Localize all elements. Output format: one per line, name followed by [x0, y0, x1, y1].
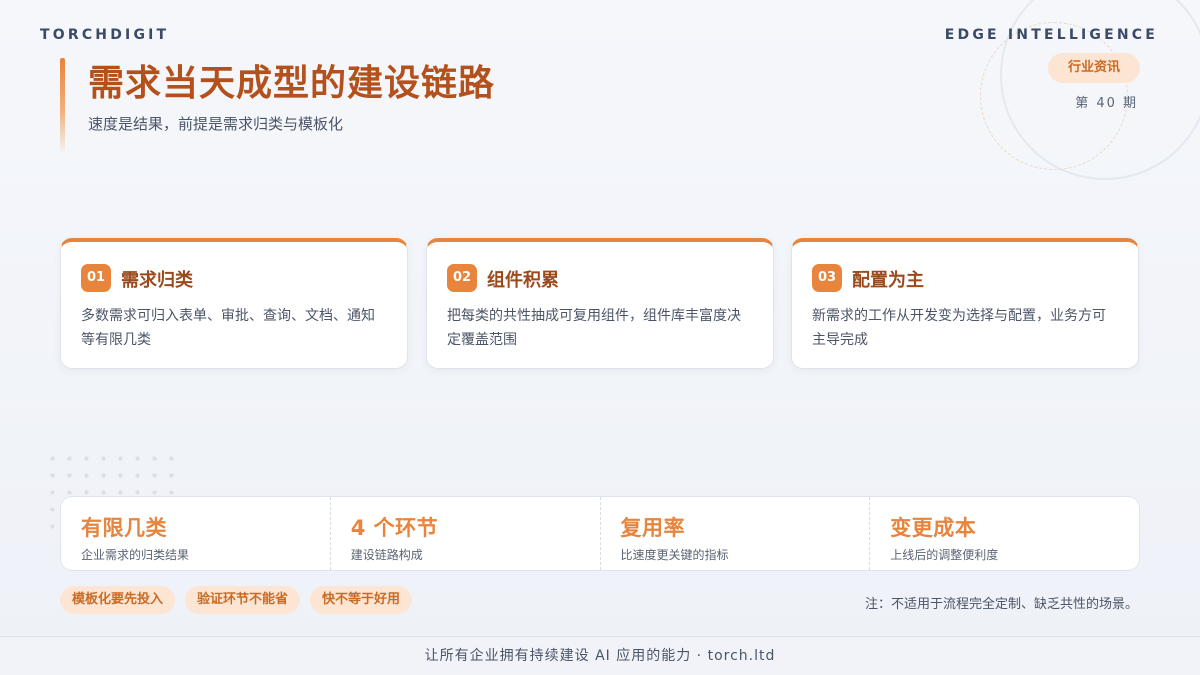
- tip-chips: 模板化要先投入 验证环节不能省 快不等于好用: [60, 586, 413, 614]
- step-card-1: 01 需求归类 多数需求可归入表单、审批、查询、文档、通知等有限几类: [60, 238, 408, 369]
- stat-value: 变更成本: [890, 516, 977, 540]
- page-subtitle: 速度是结果，前提是需求归类与模板化: [88, 115, 344, 133]
- issue-number: 第 40 期: [1075, 96, 1138, 111]
- step-title: 配置为主: [852, 270, 924, 291]
- step-title: 组件积累: [487, 270, 559, 291]
- page-title: 需求当天成型的建设链路: [88, 63, 496, 104]
- step-description: 把每类的共性抽成可复用组件，组件库丰富度决定覆盖范围: [447, 308, 741, 348]
- footnote: 注：不适用于流程完全定制、缺乏共性的场景。: [864, 597, 1138, 612]
- step-description: 多数需求可归入表单、审批、查询、文档、通知等有限几类: [81, 308, 375, 348]
- brand-logo-text: TORCHDIGIT: [40, 27, 170, 43]
- stat-item: 复用率 比速度更关键的指标: [599, 497, 870, 570]
- stat-item: 变更成本 上线后的调整便利度: [869, 497, 1139, 570]
- stat-label: 比速度更关键的指标: [620, 548, 729, 562]
- tip-chip: 快不等于好用: [310, 586, 413, 614]
- stat-label: 建设链路构成: [350, 548, 423, 562]
- stat-value: 4 个环节: [350, 516, 439, 540]
- stat-value: 有限几类: [81, 516, 167, 540]
- brand-tagline: EDGE INTELLIGENCE: [944, 27, 1158, 43]
- step-description: 新需求的工作从开发变为选择与配置，业务方可主导完成: [812, 308, 1106, 348]
- stats-bar: 有限几类 企业需求的归类结果 4 个环节 建设链路构成 复用率 比速度更关键的指…: [60, 496, 1140, 571]
- stat-item: 4 个环节 建设链路构成: [329, 497, 600, 570]
- stat-value: 复用率: [620, 516, 685, 540]
- footer-slogan: 让所有企业拥有持续建设 AI 应用的能力 · torch.ltd: [0, 636, 1200, 675]
- step-number-badge: 03: [812, 264, 842, 292]
- title-accent-bar: [60, 58, 65, 154]
- step-number-badge: 01: [81, 264, 111, 292]
- stat-label: 企业需求的归类结果: [81, 548, 190, 562]
- tip-chip: 验证环节不能省: [185, 586, 301, 614]
- step-card-2: 02 组件积累 把每类的共性抽成可复用组件，组件库丰富度决定覆盖范围: [426, 238, 774, 369]
- stat-item: 有限几类 企业需求的归类结果: [61, 497, 330, 570]
- step-number-badge: 02: [447, 264, 477, 292]
- category-tag: 行业资讯: [1048, 53, 1140, 83]
- step-title: 需求归类: [121, 270, 193, 291]
- tip-chip: 模板化要先投入: [60, 586, 176, 614]
- step-card-3: 03 配置为主 新需求的工作从开发变为选择与配置，业务方可主导完成: [791, 238, 1139, 369]
- stat-label: 上线后的调整便利度: [890, 548, 999, 562]
